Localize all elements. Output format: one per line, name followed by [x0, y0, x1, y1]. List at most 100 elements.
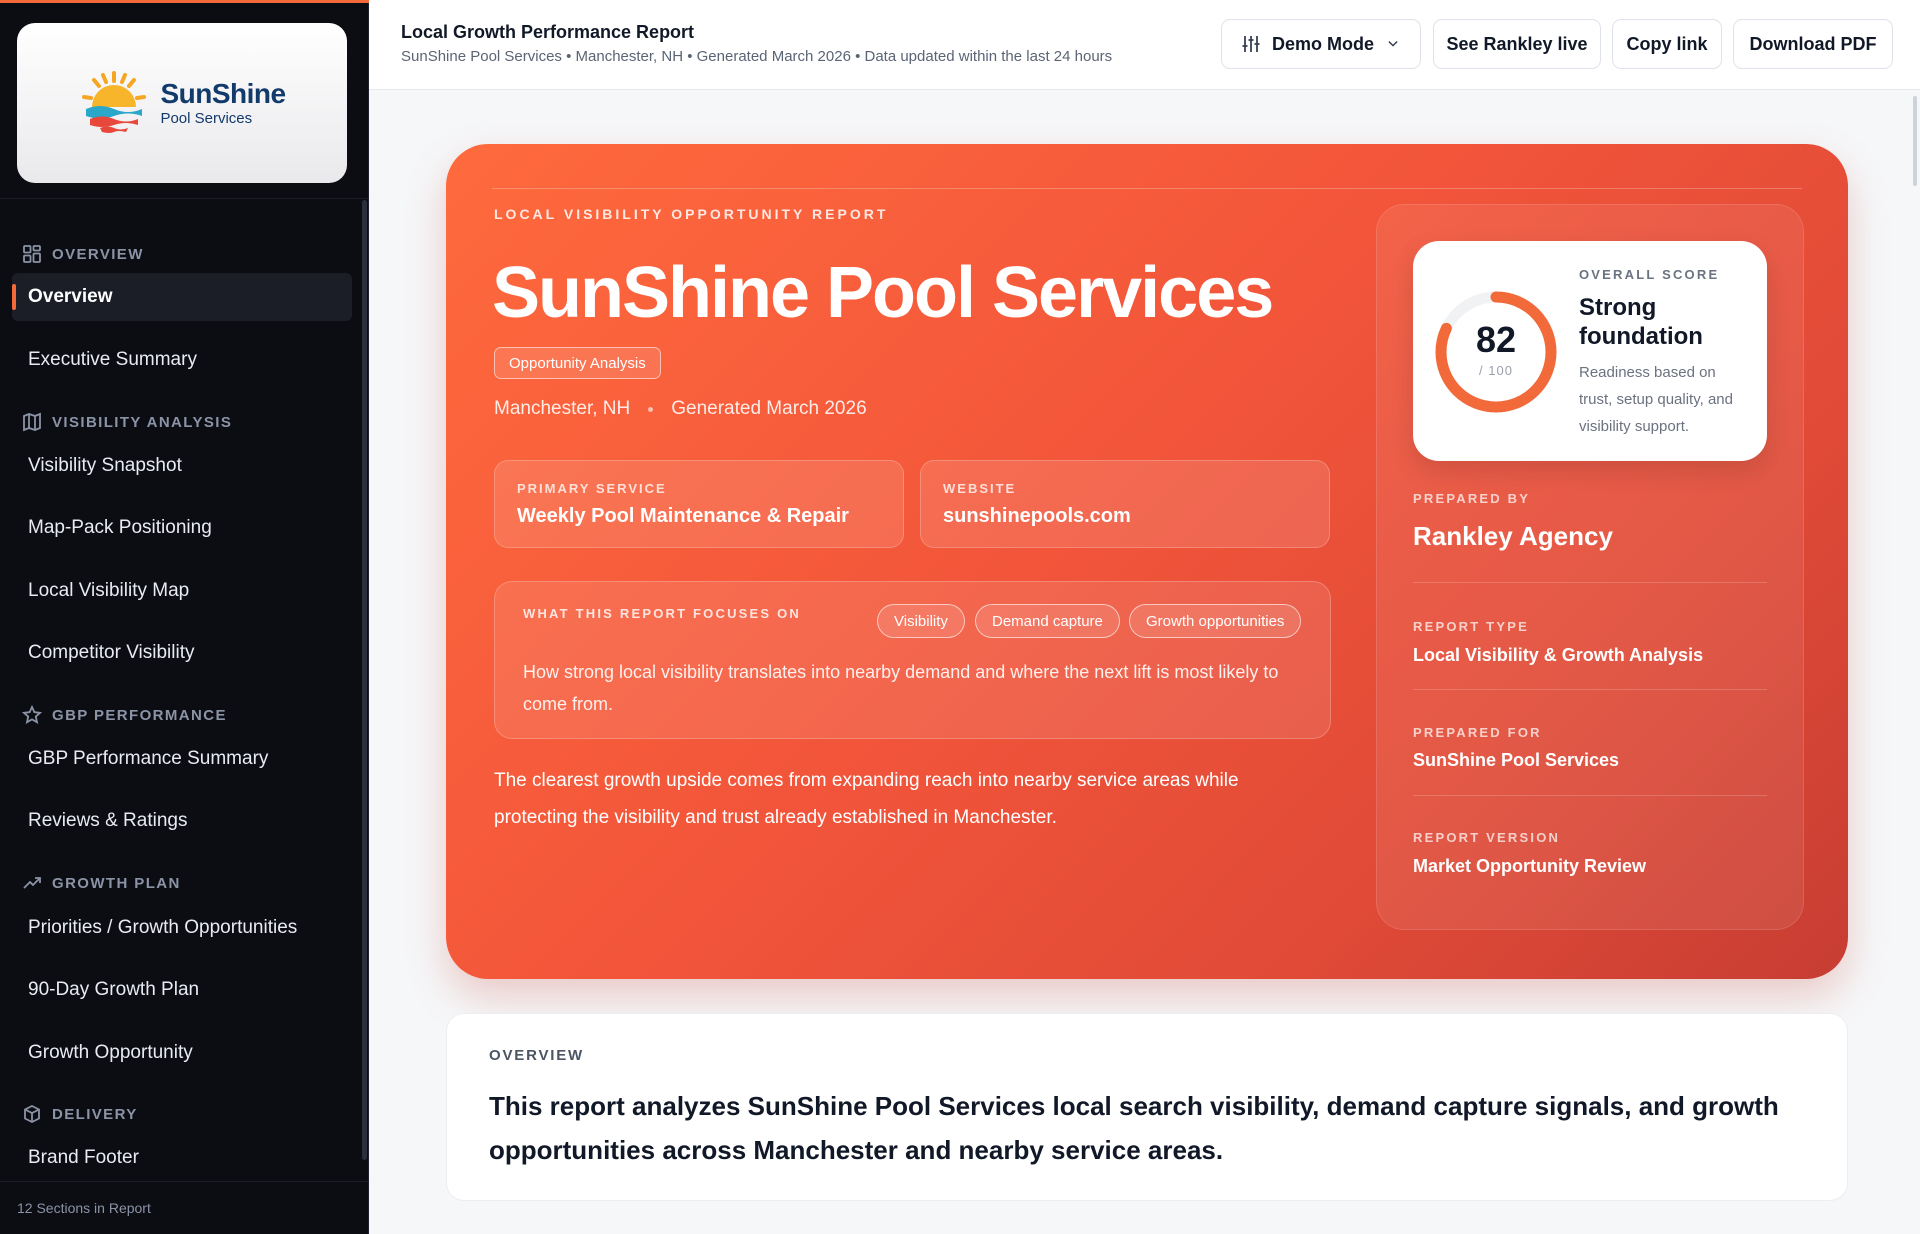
sidebar-item-executive-summary[interactable]: Executive Summary — [12, 336, 352, 384]
sidebar-item-label: Competitor Visibility — [28, 642, 195, 663]
sidebar-item-label: Executive Summary — [28, 349, 197, 370]
see-rankley-live-button[interactable]: See Rankley live — [1433, 19, 1601, 69]
hero-summary: The clearest growth upside comes from ex… — [494, 770, 1239, 828]
copy-link-button[interactable]: Copy link — [1612, 19, 1722, 69]
report-version-value: Market Opportunity Review — [1413, 856, 1647, 876]
sidebar-item-overview[interactable]: Overview — [12, 273, 352, 321]
nav-group-label: GROWTH PLAN — [52, 874, 181, 892]
see-rankley-live-label: See Rankley live — [1446, 33, 1588, 54]
focus-description: How strong local visibility translates i… — [523, 662, 1279, 714]
star-icon — [22, 705, 42, 724]
score-value: 82 — [1475, 319, 1517, 360]
report-version-label: REPORT VERSION — [1413, 830, 1561, 845]
page-title: Local Growth Performance Report — [401, 22, 695, 42]
website-link[interactable]: sunshinepools.com — [943, 505, 1307, 528]
sidebar-item-label: Local Visibility Map — [28, 580, 190, 601]
sidebar-item-label: 90-Day Growth Plan — [28, 979, 200, 1000]
hero-eyebrow: LOCAL VISIBILITY OPPORTUNITY REPORT — [494, 206, 889, 222]
package-icon — [24, 1104, 40, 1124]
score-max: / 100 — [1479, 363, 1513, 378]
page-scrollbar[interactable] — [1913, 96, 1917, 186]
sidebar-footer-divider — [0, 1181, 369, 1182]
location-text: Manchester, NH — [494, 398, 631, 419]
focus-tag-growth-opportunities: Growth opportunities — [1129, 604, 1302, 638]
opportunity-analysis-badge: Opportunity Analysis — [494, 347, 661, 379]
sidebar-item-priorities[interactable]: Priorities / Growth Opportunities — [12, 904, 352, 952]
panel-divider — [1413, 795, 1767, 796]
sidebar-item-growth-opportunity[interactable]: Growth Opportunity — [12, 1029, 352, 1077]
prepared-for-label: PREPARED FOR — [1413, 725, 1542, 740]
brand-logo-card[interactable]: SunShine Pool Services — [17, 23, 347, 183]
primary-service-card: PRIMARY SERVICE Weekly Pool Maintenance … — [494, 460, 904, 548]
overall-score-card: 82 / 100 OVERALL SCORE Strong foundation… — [1413, 241, 1767, 461]
sections-count: 12 Sections in Report — [17, 1200, 151, 1216]
brand-subtitle: Pool Services — [160, 110, 253, 127]
sidebar-item-brand-footer[interactable]: Brand Footer — [12, 1134, 352, 1182]
nav-group-label: GBP PERFORMANCE — [52, 706, 227, 724]
sidebar-item-label: Brand Footer — [28, 1147, 139, 1168]
prepared-for-value: SunShine Pool Services — [1413, 750, 1620, 770]
prepared-by-value: Rankley Agency — [1413, 521, 1613, 551]
chevron-down-icon — [1388, 41, 1398, 47]
sidebar-accent-line — [0, 0, 369, 3]
page-subtitle: SunShine Pool Services • Manchester, NH … — [401, 48, 1113, 65]
brand-name: SunShine — [160, 78, 286, 109]
generated-text: Generated March 2026 — [671, 398, 867, 419]
report-type-value: Local Visibility & Growth Analysis — [1413, 645, 1704, 665]
download-pdf-button[interactable]: Download PDF — [1733, 19, 1893, 69]
meta-separator-dot — [648, 406, 654, 412]
nav-group-delivery: DELIVERY — [22, 1104, 138, 1124]
score-headline: Strong foundation — [1579, 294, 1703, 350]
score-description: Readiness based on trust, setup quality,… — [1579, 364, 1733, 435]
sidebar-item-label: Visibility Snapshot — [28, 455, 182, 476]
sidebar-item-label: Reviews & Ratings — [28, 810, 188, 831]
primary-service-label: PRIMARY SERVICE — [517, 481, 667, 496]
primary-service-value: Weekly Pool Maintenance & Repair — [517, 505, 849, 527]
website-label: WEBSITE — [943, 481, 1017, 496]
sidebar-item-local-visibility-map[interactable]: Local Visibility Map — [12, 567, 352, 615]
report-focus-box: WHAT THIS REPORT FOCUSES ON Visibility D… — [494, 581, 1331, 739]
sliders-icon — [1242, 36, 1260, 52]
sidebar-item-visibility-snapshot[interactable]: Visibility Snapshot — [12, 442, 352, 490]
sidebar-scrollbar[interactable] — [362, 200, 367, 1160]
focus-tag-demand-capture: Demand capture — [975, 604, 1120, 638]
hero-meta: Manchester, NH Generated March 2026 — [494, 398, 867, 420]
sidebar-item-label: GBP Performance Summary — [28, 748, 269, 769]
overview-card: OVERVIEW This report analyzes SunShine P… — [446, 1013, 1848, 1201]
nav-group-label: DELIVERY — [52, 1105, 138, 1123]
nav-group-growth-plan: GROWTH PLAN — [22, 873, 181, 893]
trend-up-icon — [23, 877, 41, 889]
nav-group-label: OVERVIEW — [52, 245, 144, 263]
overview-text: This report analyzes SunShine Pool Servi… — [489, 1091, 1779, 1165]
top-bar: Local Growth Performance Report SunShine… — [369, 0, 1920, 90]
panel-divider — [1413, 582, 1767, 583]
nav-group-label: VISIBILITY ANALYSIS — [52, 413, 233, 431]
report-details-panel: 82 / 100 OVERALL SCORE Strong foundation… — [1376, 204, 1804, 930]
demo-mode-label: Demo Mode — [1271, 33, 1374, 54]
sidebar-item-competitor-visibility[interactable]: Competitor Visibility — [12, 629, 352, 677]
nav-group-overview: OVERVIEW — [22, 244, 144, 264]
focus-label: WHAT THIS REPORT FOCUSES ON — [523, 606, 801, 621]
hero-divider — [492, 188, 1802, 189]
sidebar-item-reviews-ratings[interactable]: Reviews & Ratings — [12, 797, 352, 845]
sidebar-item-label: Overview — [28, 286, 113, 307]
report-type-label: REPORT TYPE — [1413, 619, 1529, 634]
sidebar-divider — [0, 198, 369, 199]
sunshine-logo-icon — [82, 71, 147, 133]
sidebar-item-label: Growth Opportunity — [28, 1042, 193, 1063]
demo-mode-dropdown[interactable]: Demo Mode — [1221, 19, 1421, 69]
sidebar-item-90-day-plan[interactable]: 90-Day Growth Plan — [12, 966, 352, 1014]
score-label: OVERALL SCORE — [1579, 267, 1720, 282]
nav-group-visibility-analysis: VISIBILITY ANALYSIS — [22, 412, 232, 432]
map-icon — [23, 412, 41, 432]
website-card: WEBSITE sunshinepools.com — [920, 460, 1330, 548]
business-name: SunShine Pool Services — [492, 253, 1274, 333]
sidebar-item-label: Map-Pack Positioning — [28, 517, 212, 538]
hero-card: LOCAL VISIBILITY OPPORTUNITY REPORT SunS… — [446, 144, 1848, 979]
sidebar-item-gbp-performance-summary[interactable]: GBP Performance Summary — [12, 735, 352, 783]
overview-label: OVERVIEW — [489, 1047, 584, 1064]
sidebar-item-map-pack-positioning[interactable]: Map-Pack Positioning — [12, 504, 352, 552]
copy-link-label: Copy link — [1626, 33, 1708, 54]
sidebar-item-label: Priorities / Growth Opportunities — [28, 917, 298, 938]
nav-group-gbp-performance: GBP PERFORMANCE — [22, 705, 227, 725]
